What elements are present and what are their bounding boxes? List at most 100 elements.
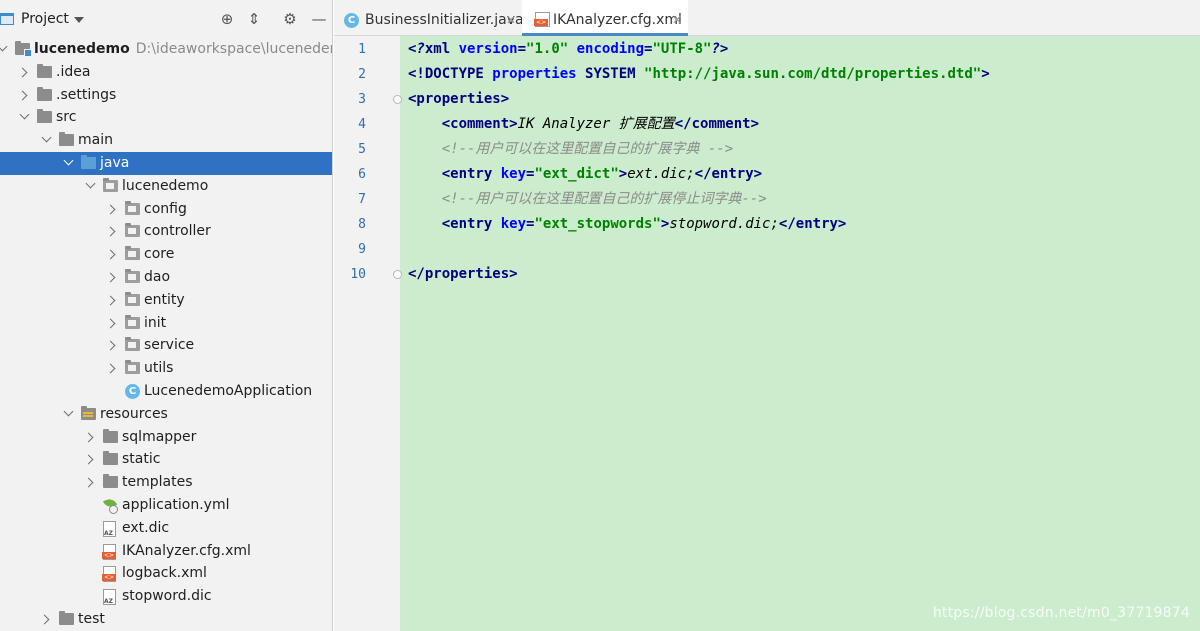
tree-item-config[interactable]: config: [0, 198, 332, 221]
line-number: 6: [358, 167, 366, 182]
tree-item-name: lucenedemo: [34, 41, 130, 57]
tree-item-src[interactable]: src: [0, 106, 332, 129]
chevron-right-icon[interactable]: [18, 61, 32, 84]
chevron-right-icon[interactable]: [106, 312, 120, 335]
hide-panel-icon[interactable]: —: [310, 10, 328, 28]
code-token-tag: >: [981, 66, 990, 82]
locate-file-icon[interactable]: ⊕: [218, 10, 236, 28]
code-line[interactable]: <!--用户可以在这里配置自己的扩展停止词字典-->: [408, 187, 767, 212]
tree-item-label: init: [144, 312, 166, 335]
chevron-right-icon[interactable]: [106, 289, 120, 312]
line-number: 5: [358, 142, 366, 157]
code-token-attr: key: [500, 166, 527, 182]
chevron-right-icon[interactable]: [84, 448, 98, 471]
chevron-down-icon[interactable]: [18, 106, 32, 129]
chevron-down-icon[interactable]: [0, 38, 10, 61]
chevron-right-icon[interactable]: [106, 334, 120, 357]
tree-item-ext-dic[interactable]: ext.dic: [0, 517, 332, 540]
code-line[interactable]: <entry key="ext_dict">ext.dic;</entry>: [408, 162, 762, 187]
tree-item-ikanalyzer-cfg-xml[interactable]: IKAnalyzer.cfg.xml: [0, 540, 332, 563]
code-token-tag: <!DOCTYPE: [408, 66, 493, 82]
tree-item-idea[interactable]: .idea: [0, 61, 332, 84]
tree-item-sqlmapper[interactable]: sqlmapper: [0, 426, 332, 449]
line-number-gutter: 1 2 3 4 5 6 7 8 9 10: [334, 36, 400, 631]
tree-item-core[interactable]: core: [0, 243, 332, 266]
chevron-right-icon[interactable]: [84, 471, 98, 494]
chevron-right-icon[interactable]: [40, 608, 54, 631]
tab-label: IKAnalyzer.cfg.xml: [553, 12, 682, 28]
tree-item-lucenedemo[interactable]: lucenedemo: [0, 175, 332, 198]
tree-item-label: lucenedemo: [122, 175, 208, 198]
package-icon: [125, 269, 140, 283]
package-icon: [103, 177, 118, 192]
tree-item-java[interactable]: java: [0, 152, 332, 175]
chevron-down-icon[interactable]: [62, 152, 76, 175]
tree-item-name: config: [144, 200, 187, 217]
tree-item-test[interactable]: test: [0, 608, 332, 631]
tree-item-controller[interactable]: controller: [0, 220, 332, 243]
tree-item-settings[interactable]: .settings: [0, 84, 332, 107]
chevron-right-icon[interactable]: [106, 243, 120, 266]
code-line[interactable]: <?xml version="1.0" encoding="UTF-8"?>: [408, 37, 728, 62]
chevron-right-icon[interactable]: [106, 357, 120, 380]
line-number: 7: [358, 192, 366, 207]
tree-item-label: application.yml: [122, 494, 230, 517]
close-icon[interactable]: ✕: [506, 0, 516, 40]
code-token-attr: key: [500, 216, 527, 232]
close-icon[interactable]: ✕: [672, 0, 682, 40]
code-line[interactable]: <!--用户可以在这里配置自己的扩展字典 -->: [408, 137, 733, 162]
tree-item-dao[interactable]: dao: [0, 266, 332, 289]
editor-tab-bar: C BusinessInitializer.java ✕ IKAnalyzer.…: [334, 0, 1200, 36]
tree-item-label: utils: [144, 357, 173, 380]
tree-item-service[interactable]: service: [0, 334, 332, 357]
tab-ikanalyzer-cfg-xml[interactable]: IKAnalyzer.cfg.xml ✕: [522, 0, 688, 36]
tree-item-templates[interactable]: templates: [0, 471, 332, 494]
tree-item-lucenedemo[interactable]: lucenedemo D:\ideaworkspace\lucenedemo: [0, 38, 332, 61]
chevron-right-icon[interactable]: [106, 198, 120, 221]
tree-item-init[interactable]: init: [0, 312, 332, 335]
chevron-down-icon[interactable]: [74, 17, 84, 23]
tree-item-lucenedemoapplication[interactable]: C LucenedemoApplication: [0, 380, 332, 403]
fold-marker-icon[interactable]: [393, 95, 402, 104]
collapse-all-icon[interactable]: ⇕: [245, 10, 263, 28]
chevron-right-icon[interactable]: [18, 84, 32, 107]
code-token-text: ext.dic;: [627, 166, 695, 182]
tree-item-name: init: [144, 314, 167, 331]
fold-marker-icon[interactable]: [393, 270, 402, 279]
code-line[interactable]: </properties>: [408, 262, 518, 287]
chevron-down-icon[interactable]: [84, 175, 98, 198]
tree-item-resources[interactable]: resources: [0, 403, 332, 426]
chevron-down-icon[interactable]: [40, 129, 54, 152]
code-token-val: "ext_stopwords": [534, 216, 661, 232]
package-icon: [125, 246, 140, 261]
tree-item-logback-xml[interactable]: logback.xml: [0, 562, 332, 585]
code-line[interactable]: <entry key="ext_stopwords">stopword.dic;…: [408, 212, 847, 237]
code-area[interactable]: <?xml version="1.0" encoding="UTF-8"?> <!…: [400, 36, 1200, 631]
code-line[interactable]: <properties>: [408, 87, 509, 112]
chevron-right-icon[interactable]: [106, 266, 120, 289]
tree-item-static[interactable]: static: [0, 448, 332, 471]
tree-item-utils[interactable]: utils: [0, 357, 332, 380]
code-line[interactable]: <comment>IK Analyzer 扩展配置</comment>: [408, 112, 759, 137]
code-editor[interactable]: 1 2 3 4 5 6 7 8 9 10 <?xml version="1.0" encoding…: [334, 36, 1200, 631]
code-token-attr: encoding: [576, 41, 645, 57]
tab-business-initializer[interactable]: C BusinessInitializer.java ✕: [334, 0, 524, 36]
dic-file-icon: [103, 520, 116, 537]
chevron-right-icon[interactable]: [106, 220, 120, 243]
tree-item-entity[interactable]: entity: [0, 289, 332, 312]
tree-item-label: stopword.dic: [122, 585, 212, 608]
project-view-selector[interactable]: Project: [21, 11, 69, 27]
code-line[interactable]: <!DOCTYPE properties SYSTEM "http://java…: [408, 62, 990, 87]
gear-icon[interactable]: ⚙: [281, 10, 299, 28]
tree-item-application-yml[interactable]: application.yml: [0, 494, 332, 517]
tree-item-stopword-dic[interactable]: stopword.dic: [0, 585, 332, 608]
tree-item-name: main: [78, 132, 113, 149]
chevron-right-icon[interactable]: [84, 426, 98, 449]
module-folder-icon: [15, 41, 32, 57]
chevron-down-icon[interactable]: [62, 403, 76, 426]
tree-item-name: resources: [100, 405, 168, 422]
code-token-tag: <properties>: [408, 91, 510, 107]
tree-item-main[interactable]: main: [0, 129, 332, 152]
code-token-tag: <entry: [441, 216, 501, 232]
